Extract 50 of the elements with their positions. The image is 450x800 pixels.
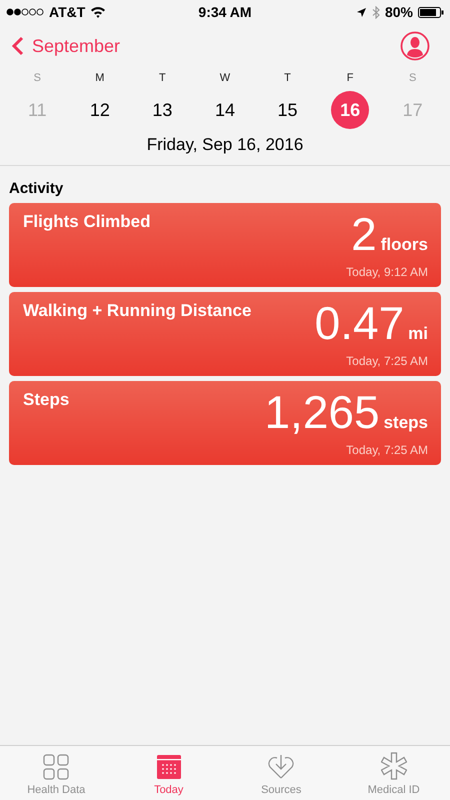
day-button[interactable]: 12	[80, 91, 119, 129]
back-button[interactable]: September	[12, 36, 120, 56]
day-button[interactable]: 14	[206, 91, 244, 129]
weekday-letter: M	[95, 71, 104, 86]
weekday-letter: W	[220, 71, 230, 86]
card-timestamp: Today, 7:25 AM	[346, 354, 428, 368]
activity-card[interactable]: Steps 1,265 steps Today, 7:25 AM	[9, 381, 441, 465]
tab-item[interactable]: Medical ID	[338, 746, 450, 800]
weekday-letter: S	[408, 71, 416, 86]
battery-icon	[418, 6, 444, 18]
card-title: Steps	[23, 389, 70, 411]
battery-percent: 80%	[384, 4, 413, 20]
asterisk-icon	[380, 752, 407, 780]
metric-unit: mi	[408, 325, 428, 342]
weekday-letter: S	[34, 71, 41, 86]
metric-value: 0.47	[314, 300, 404, 346]
card-title: Flights Climbed	[23, 211, 150, 233]
tab-item[interactable]: Health Data	[0, 746, 112, 800]
metric-value: 1,265	[264, 389, 380, 435]
clock-time: 9:34 AM	[198, 4, 252, 20]
carrier-name: AT&T	[49, 4, 86, 20]
card-timestamp: Today, 7:25 AM	[346, 443, 428, 457]
weekday-letter: T	[159, 71, 166, 86]
calendar-icon	[156, 754, 182, 780]
chevron-left-icon	[12, 36, 24, 56]
signal-icon	[6, 8, 44, 16]
card-timestamp: Today, 9:12 AM	[346, 265, 428, 279]
activity-card[interactable]: Walking + Running Distance 0.47 mi Today, 7:25 AM	[9, 292, 441, 376]
profile-icon[interactable]	[400, 31, 430, 61]
weekday-letter: F	[346, 71, 354, 86]
heart-arrow-icon	[267, 754, 296, 780]
day-button[interactable]: 13	[143, 91, 182, 129]
tab-item[interactable]: Today	[112, 746, 225, 800]
activity-card[interactable]: Flights Climbed 2 floors Today, 9:12 AM	[9, 203, 441, 287]
selected-date: Friday, Sep 16, 2016	[0, 129, 450, 166]
day-button[interactable]: 17	[394, 91, 432, 129]
day-button[interactable]: 15	[268, 91, 307, 129]
grid-icon	[43, 754, 70, 780]
location-icon	[356, 6, 367, 18]
day-button[interactable]: 11	[18, 91, 56, 129]
tab-item[interactable]: Sources	[225, 746, 338, 800]
bluetooth-icon	[372, 6, 380, 18]
metric-unit: floors	[380, 236, 428, 253]
wifi-icon	[90, 6, 106, 18]
weekday-letter: T	[284, 71, 291, 86]
metric-unit: steps	[384, 414, 428, 431]
section-title: Activity	[9, 179, 64, 199]
day-button[interactable]: 16	[331, 91, 370, 129]
metric-value: 2	[351, 211, 377, 257]
card-title: Walking + Running Distance	[23, 300, 252, 322]
